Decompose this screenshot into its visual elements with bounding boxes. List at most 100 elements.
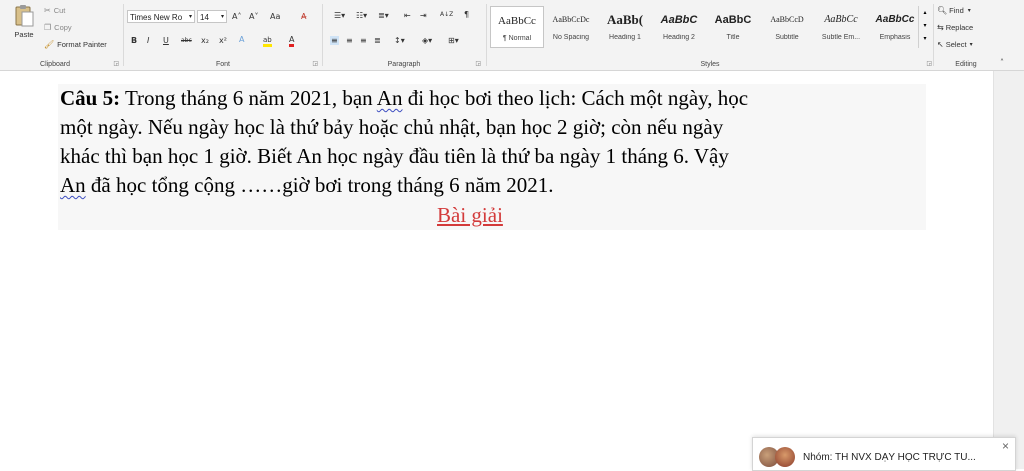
font-size-value: 14 (200, 13, 209, 22)
find-button[interactable]: 🔍︎ Find ▾ (937, 6, 971, 15)
cut-button[interactable]: ✂ Cut (44, 6, 65, 15)
ribbon: Paste ✂ Cut ❐ Copy 🖌 Format Painter Clip… (0, 0, 1024, 71)
separator (933, 4, 934, 66)
style-title[interactable]: AaBbC Title (706, 6, 760, 48)
font-size-combo[interactable]: 14 ▾ (197, 10, 227, 23)
style-name: Heading 1 (609, 34, 641, 41)
text-effects-icon[interactable]: A (239, 35, 244, 44)
select-button[interactable]: ↖ Select ▾ (937, 40, 973, 49)
text-run: đã học tổng cộng ……giờ bơi trong tháng 6… (85, 173, 554, 197)
font-launcher-icon[interactable]: ◲ (312, 60, 318, 67)
style-sample: AaBbCc (498, 15, 536, 27)
style-subtle-emphasis[interactable]: AaBbCc Subtle Em... (814, 6, 868, 48)
style-heading-1[interactable]: AaBb( Heading 1 (598, 6, 652, 48)
superscript-button[interactable]: x² (219, 36, 227, 45)
close-icon[interactable]: × (1002, 439, 1009, 453)
style-emphasis[interactable]: AaBbCc Emphasis (868, 6, 922, 48)
chevron-down-icon[interactable]: ▾ (919, 22, 931, 29)
text-run: đi học bơi theo lịch: Cách một ngày, học (402, 86, 749, 110)
collapse-ribbon-icon[interactable]: ˄ (1000, 58, 1004, 67)
font-name-value: Times New Ro (130, 13, 183, 22)
style-no-spacing[interactable]: AaBbCcDc No Spacing (544, 6, 598, 48)
solution-heading[interactable]: Bài giải (437, 202, 503, 228)
styles-group-label: Styles (700, 61, 720, 68)
more-styles-icon[interactable]: ▾ (919, 35, 931, 42)
clear-format-icon[interactable]: A̶ (301, 12, 306, 21)
bold-button[interactable]: B (131, 36, 137, 45)
style-sample: AaBbCc (875, 14, 915, 25)
clipboard-launcher-icon[interactable]: ◲ (113, 60, 119, 67)
font-color-button[interactable]: A (289, 35, 295, 47)
format-painter-button[interactable]: 🖌 Format Painter (44, 40, 107, 49)
style-normal[interactable]: AaBbCc ¶ Normal (490, 6, 544, 48)
style-name: Title (726, 34, 740, 41)
editing-group-label: Editing (955, 61, 977, 68)
style-name: Heading 2 (663, 34, 695, 41)
chevron-down-icon: ▾ (969, 42, 973, 48)
subscript-button[interactable]: x₂ (201, 36, 209, 45)
increase-indent-icon[interactable]: ⇥ (420, 11, 427, 20)
find-label: Find (949, 6, 964, 15)
highlight-button[interactable]: ab (263, 36, 272, 47)
brush-icon: 🖌 (44, 40, 55, 49)
style-sample: AaBbCc (824, 14, 858, 25)
justify-icon[interactable]: ≣ (374, 36, 381, 45)
vertical-scrollbar[interactable] (993, 71, 1024, 469)
numbering-icon[interactable]: ☷▾ (356, 11, 367, 20)
chevron-down-icon: ▾ (188, 14, 192, 20)
paragraph-group-label: Paragraph (387, 61, 421, 68)
align-left-icon[interactable]: ≡ (330, 36, 339, 45)
change-case-button[interactable]: Aa (270, 12, 280, 21)
separator (322, 4, 323, 66)
decrease-indent-icon[interactable]: ⇤ (404, 11, 411, 20)
style-name: ¶ Normal (502, 35, 532, 42)
group-notification-panel[interactable]: Nhóm: TH NVX DẠY HỌC TRỰC TU... × (752, 437, 1016, 471)
styles-launcher-icon[interactable]: ◲ (926, 60, 932, 67)
paste-button[interactable]: Paste (10, 4, 38, 48)
align-right-icon[interactable]: ≡ (360, 36, 367, 45)
pilcrow-button[interactable]: ¶ (464, 10, 469, 19)
copy-button[interactable]: ❐ Copy (44, 23, 72, 32)
find-icon: 🔍︎ (937, 6, 948, 15)
styles-group: AaBbCc ¶ Normal AaBbCcDc No Spacing AaBb… (488, 0, 932, 70)
document-line-2[interactable]: một ngày. Nếu ngày học là thứ bảy hoặc c… (60, 114, 723, 140)
shading-icon[interactable]: ◈▾ (422, 36, 432, 45)
editing-group: 🔍︎ Find ▾ ⇆ Replace ↖ Select ▾ Editing (935, 0, 997, 70)
multilevel-list-icon[interactable]: ≣▾ (378, 11, 389, 20)
paste-label: Paste (14, 30, 34, 39)
font-name-combo[interactable]: Times New Ro ▾ (127, 10, 195, 23)
style-sample: AaBbC (660, 14, 698, 26)
paragraph-launcher-icon[interactable]: ◲ (475, 60, 481, 67)
strikethrough-button[interactable]: abc (181, 37, 192, 44)
select-label: Select (945, 40, 967, 49)
style-subtitle[interactable]: AaBbCcD Subtitle (760, 6, 814, 48)
scissors-icon: ✂ (44, 6, 51, 15)
borders-icon[interactable]: ⊞▾ (448, 36, 459, 45)
line-spacing-icon[interactable]: ↕▾ (394, 36, 405, 45)
document-line-4[interactable]: An đã học tổng cộng ……giờ bơi trong thán… (60, 172, 554, 198)
style-sample: AaBbCcD (770, 15, 804, 24)
style-heading-2[interactable]: AaBbC Heading 2 (652, 6, 706, 48)
underline-button[interactable]: U (163, 36, 169, 45)
styles-scroll[interactable]: ▴ ▾ ▾ (918, 6, 931, 48)
font-group-label: Font (215, 61, 230, 68)
replace-button[interactable]: ⇆ Replace (937, 23, 973, 32)
copy-icon: ❐ (44, 23, 52, 32)
separator (486, 4, 487, 66)
align-center-icon[interactable]: ≡ (346, 36, 353, 45)
clipboard-group-label: Clipboard (40, 61, 70, 68)
font-group: Times New Ro ▾ 14 ▾ A˄ A˅ Aa A̶ B I U ab… (125, 0, 321, 70)
style-name: Subtitle (775, 34, 799, 41)
name-an: An (60, 173, 86, 197)
document-line-3[interactable]: khác thì bạn học 1 giờ. Biết An học ngày… (60, 143, 729, 169)
document-line-1[interactable]: Câu 5: Trong tháng 6 năm 2021, bạn An đi… (60, 85, 748, 111)
sort-button[interactable]: A↓Z (440, 11, 453, 18)
replace-label: Replace (945, 23, 974, 32)
shrink-font-button[interactable]: A˅ (249, 12, 258, 21)
chevron-up-icon[interactable]: ▴ (919, 9, 931, 16)
group-name-label: Nhóm: TH NVX DẠY HỌC TRỰC TU... (803, 452, 976, 463)
italic-button[interactable]: I (147, 36, 149, 45)
bullets-icon[interactable]: ☰▾ (334, 11, 345, 20)
format-painter-label: Format Painter (57, 40, 107, 49)
grow-font-button[interactable]: A˄ (232, 12, 241, 21)
